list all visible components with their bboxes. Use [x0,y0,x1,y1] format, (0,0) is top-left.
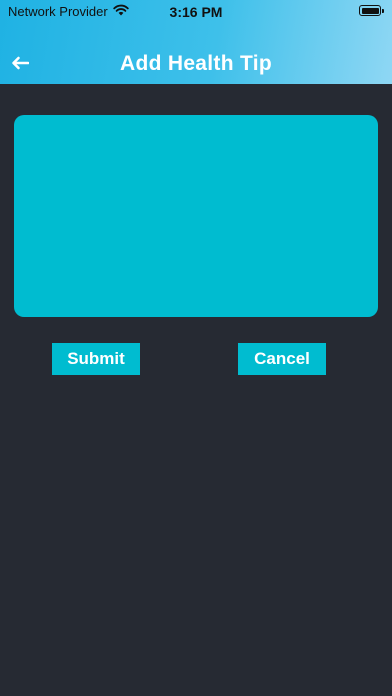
app-header: Network Provider 3:16 PM Add Health Tip [0,0,392,84]
cancel-button[interactable]: Cancel [238,343,326,375]
submit-button[interactable]: Submit [52,343,140,375]
status-time: 3:16 PM [169,4,223,20]
health-tip-input[interactable] [14,115,378,317]
page-title: Add Health Tip [120,52,272,75]
battery-icon [359,5,384,16]
status-bar: Network Provider 3:16 PM [0,0,392,24]
